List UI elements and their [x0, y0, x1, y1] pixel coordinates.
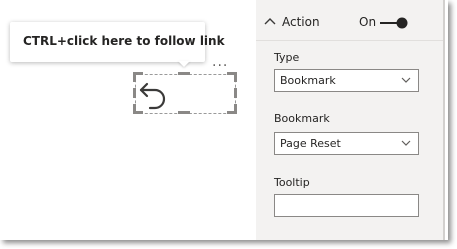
action-section-header[interactable]: Action On [256, 0, 445, 41]
resize-handle-top[interactable] [178, 72, 190, 75]
more-options-button[interactable]: ... [212, 54, 228, 70]
resize-handle-right[interactable] [234, 88, 237, 98]
tooltip-field-label: Tooltip [274, 176, 310, 189]
tooltip-arrow [178, 61, 190, 67]
resize-handle-top-right-v[interactable] [234, 72, 237, 82]
type-dropdown[interactable]: Bookmark [274, 69, 419, 92]
tooltip-input[interactable] [274, 194, 419, 217]
tooltip-text: CTRL+click here to follow link [23, 34, 225, 48]
bookmark-label: Bookmark [274, 112, 330, 125]
report-canvas: CTRL+click here to follow link ... Actio… [0, 0, 448, 240]
chevron-down-icon [401, 140, 411, 146]
bookmark-dropdown[interactable]: Page Reset [274, 132, 419, 155]
format-pane: Action On Type Bookmark Bookmark Page Re… [256, 0, 445, 240]
type-label: Type [274, 51, 300, 64]
chevron-up-icon[interactable] [264, 17, 276, 25]
chevron-down-icon [401, 77, 411, 83]
action-section-label: Action [282, 15, 320, 29]
resize-handle-top-left-v[interactable] [133, 72, 136, 82]
action-toggle[interactable] [379, 16, 409, 30]
action-toggle-label: On [359, 15, 377, 29]
back-arrow-icon[interactable] [138, 78, 170, 110]
resize-handle-bottom-right-v[interactable] [234, 104, 237, 114]
bookmark-dropdown-value: Page Reset [280, 137, 341, 150]
resize-handle-left[interactable] [133, 88, 136, 98]
pane-scrollbar[interactable] [443, 0, 445, 240]
resize-handle-bottom-left-v[interactable] [133, 104, 136, 114]
type-dropdown-value: Bookmark [280, 74, 336, 87]
follow-link-tooltip: CTRL+click here to follow link [10, 22, 225, 62]
resize-handle-bottom[interactable] [178, 111, 190, 114]
